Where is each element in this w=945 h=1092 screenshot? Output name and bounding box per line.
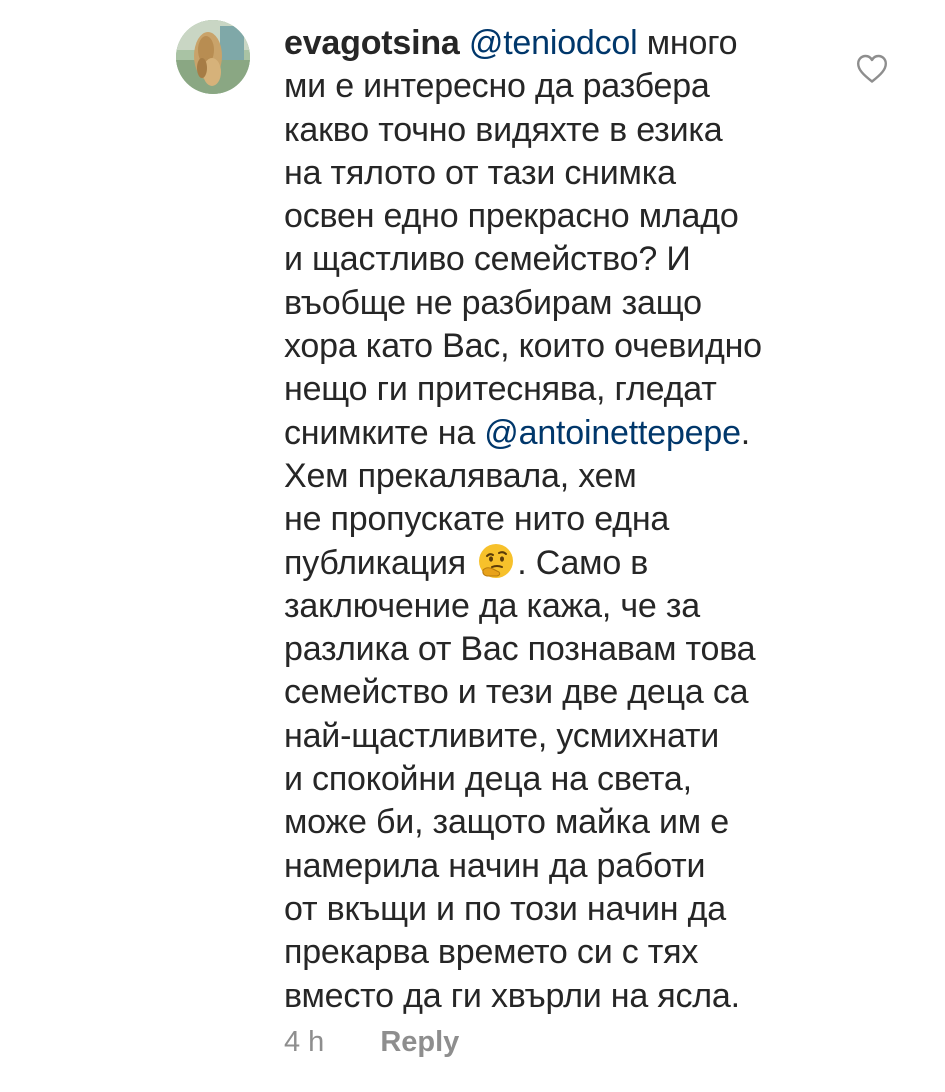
comment-text-segment: . xyxy=(740,413,751,452)
comment: evagotsina @teniodcol много ми е интерес… xyxy=(0,0,945,1092)
avatar[interactable] xyxy=(176,20,250,94)
comment-line: нещо ги притеснява, гледат xyxy=(284,370,717,409)
comment-line: Хем прекалявала, хем xyxy=(284,456,637,495)
comment-line: публикация . Само в xyxy=(284,542,844,585)
comment-line: разлика от Вас познавам това xyxy=(284,630,756,669)
comment-line: вместо да ги хвърли на ясла. xyxy=(284,976,740,1015)
comment-text-segment: публикация xyxy=(284,543,466,582)
comment-line: и спокойни деца на света, xyxy=(284,760,692,799)
comment-text-segment: много xyxy=(646,24,738,62)
comment-line: ми е интересно да разбера xyxy=(284,67,710,106)
comment-text-segment: снимките на xyxy=(284,413,476,452)
thinking-face-emoji-icon xyxy=(477,542,515,580)
comment-line: семейство и тези две деца са xyxy=(284,673,749,712)
comment-line: може би, защото майка им е xyxy=(284,803,729,842)
username-link[interactable]: evagotsina xyxy=(284,24,460,62)
comment-line: снимките на @antoinettepepe. xyxy=(284,412,844,455)
like-button[interactable] xyxy=(856,54,888,84)
comment-line: заключение да кажа, че за xyxy=(284,586,700,625)
comment-line: освен едно прекрасно младо xyxy=(284,197,739,236)
comment-line: и щастливо семейство? И xyxy=(284,240,691,279)
mention-link[interactable]: @antoinettepepe xyxy=(484,414,741,452)
comment-line: на тялото от тази снимка xyxy=(284,153,676,192)
comment-line: въобще не разбирам защо xyxy=(284,283,702,322)
comment-line: хора като Вас, които очевидно xyxy=(284,327,762,366)
comment-line: какво точно видяхте в езика xyxy=(284,110,723,149)
timestamp[interactable]: 4 h xyxy=(284,1026,324,1059)
comment-line: намерила начин да работи xyxy=(284,846,706,885)
comment-text-segment: . Само в xyxy=(517,543,649,582)
comment-text: evagotsina @teniodcol много ми е интерес… xyxy=(284,22,844,1018)
avatar-photo xyxy=(176,20,250,94)
mention-link[interactable]: @teniodcol xyxy=(469,24,638,62)
comment-line: от вкъщи и по този начин да xyxy=(284,889,726,928)
comment-line: не пропускате нито една xyxy=(284,500,670,539)
comment-line: evagotsina @teniodcol много xyxy=(284,22,844,65)
comment-line: прекарва времето си с тях xyxy=(284,933,699,972)
reply-button[interactable]: Reply xyxy=(380,1026,459,1059)
comment-footer: 4 h Reply xyxy=(284,1026,459,1059)
heart-outline-icon xyxy=(857,54,887,83)
comment-line: най-щастливите, усмихнати xyxy=(284,716,720,755)
